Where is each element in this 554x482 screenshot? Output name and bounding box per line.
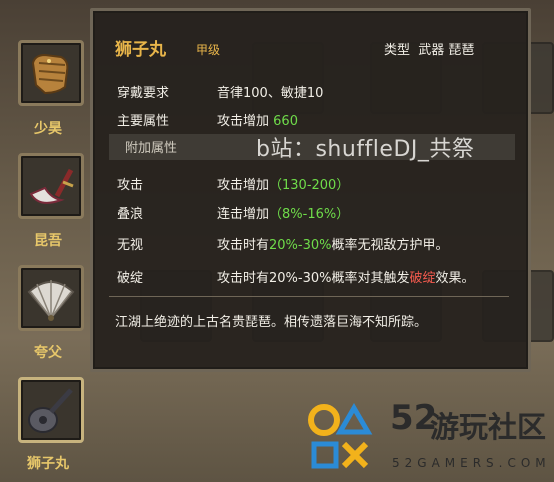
character-name: 昆吾 xyxy=(34,233,62,249)
character-slot-shaohao[interactable] xyxy=(18,40,84,106)
stat-row: 叠浪 连击增加（8%-16%） xyxy=(117,207,350,222)
item-tooltip: 狮子丸 甲级 类型 武器 琵琶 穿戴要求 音律100、敏捷10 主要属性 攻击增… xyxy=(90,8,531,372)
stat-row: 无视 攻击时有20%-30%概率无视敌方护甲。 xyxy=(117,238,449,253)
watermark-text: b站：shuffleDJ_共祭 xyxy=(256,137,475,162)
requirement-value: 音律100、敏捷10 xyxy=(217,86,324,101)
character-slot-shizimaru[interactable] xyxy=(18,377,84,443)
extra-attribute-label: 附加属性 xyxy=(125,141,178,156)
character-name: 少昊 xyxy=(34,121,62,137)
item-name: 狮子丸 xyxy=(115,40,166,60)
site-logo: 52 游玩社区 52GAMERS.COM xyxy=(306,398,547,480)
logo-url: 52GAMERS.COM xyxy=(392,456,551,470)
stat-row: 攻击 攻击增加（130-200） xyxy=(117,178,350,193)
gauntlet-icon xyxy=(31,53,69,95)
main-attribute-label: 主要属性 xyxy=(117,114,170,129)
blade-icon xyxy=(29,168,74,204)
item-grade: 甲级 xyxy=(196,43,221,57)
character-slot-kunwu[interactable] xyxy=(18,153,84,219)
character-name: 狮子丸 xyxy=(27,456,69,472)
character-name: 夸父 xyxy=(34,345,62,361)
divider xyxy=(109,296,509,297)
item-type: 类型 武器 琵琶 xyxy=(384,43,475,58)
main-attribute-value: 攻击增加 660 xyxy=(217,114,298,129)
gamepad-symbols-icon xyxy=(308,403,373,469)
pipa-icon xyxy=(28,388,73,433)
requirement-label: 穿戴要求 xyxy=(117,86,170,101)
stat-row: 破绽 攻击时有20%-30%概率对其触发破绽效果。 xyxy=(117,271,475,286)
item-description: 江湖上绝迹的上古名贵琵琶。相传遗落巨海不知所踪。 xyxy=(115,315,428,330)
fan-icon xyxy=(27,280,75,321)
logo-name: 游玩社区 xyxy=(430,410,547,444)
character-slot-kuafu[interactable] xyxy=(18,265,84,331)
requirement-row: 穿戴要求 音律100、敏捷10 xyxy=(109,79,514,103)
main-attribute-row: 主要属性 攻击增加 660 xyxy=(109,107,514,131)
